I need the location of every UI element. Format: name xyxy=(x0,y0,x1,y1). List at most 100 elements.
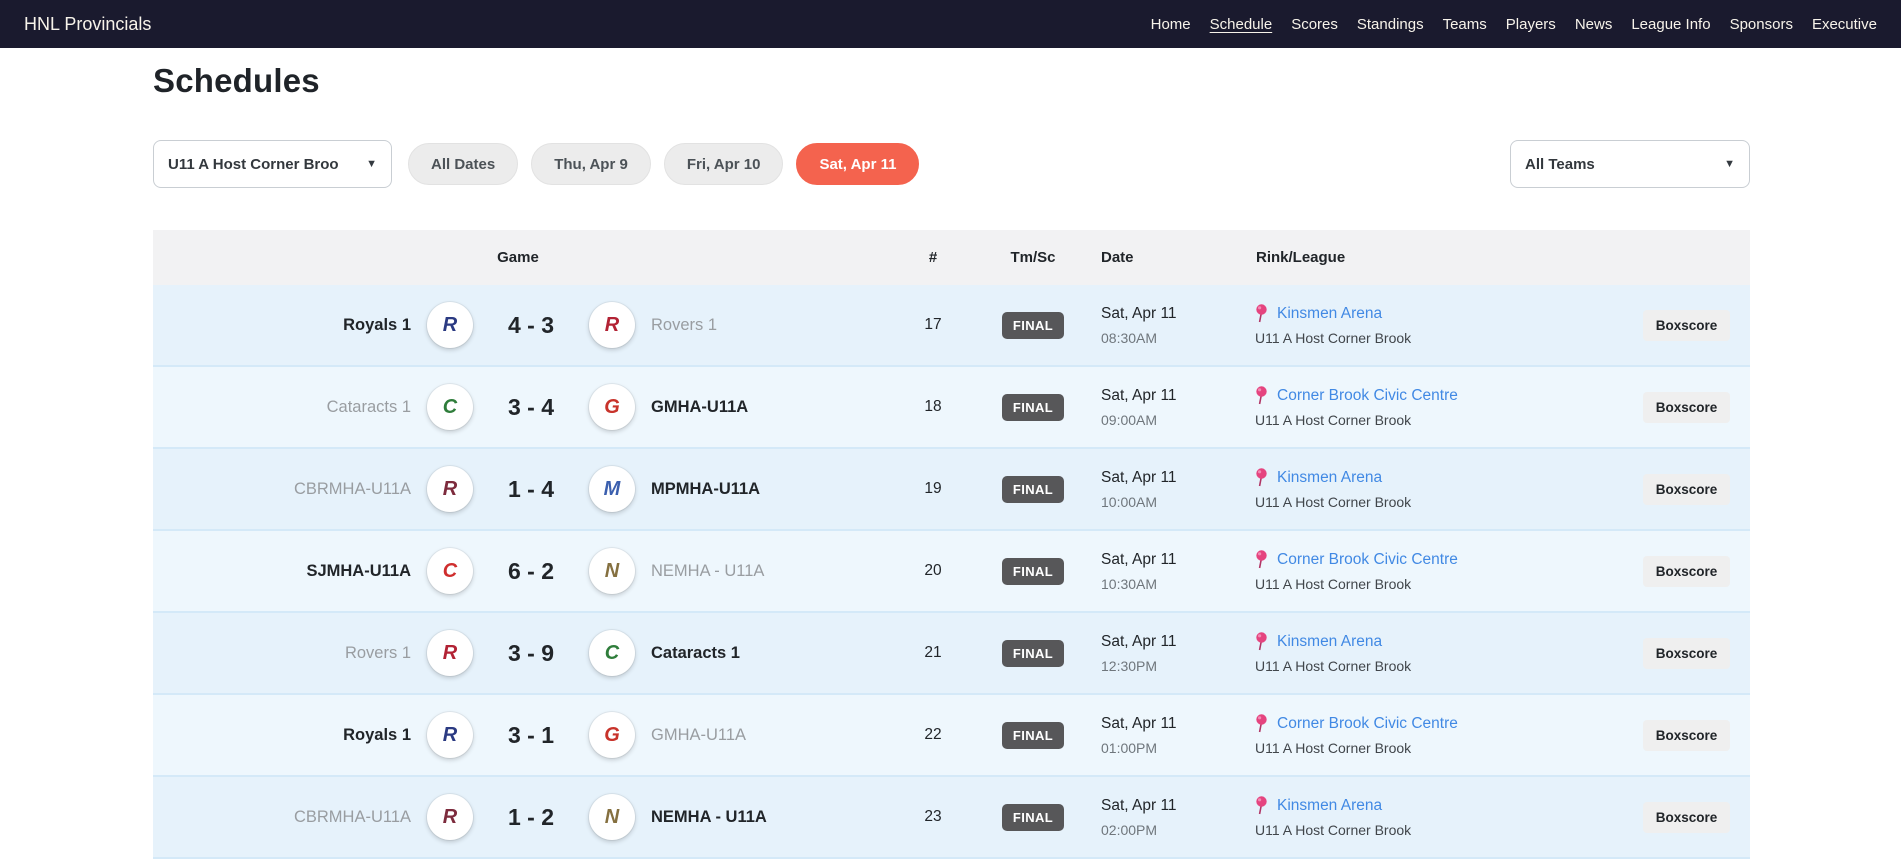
game-score: 3 - 4 xyxy=(507,393,555,420)
nav-item[interactable]: Home xyxy=(1151,16,1191,33)
home-logo-letter: G xyxy=(604,723,620,746)
home-logo-letter: N xyxy=(604,805,620,828)
game-score: 3 - 1 xyxy=(507,721,555,748)
nav-item[interactable]: Scores xyxy=(1291,16,1338,33)
nav-item[interactable]: Sponsors xyxy=(1730,16,1793,33)
game-date: Sat, Apr 11 xyxy=(1101,714,1177,732)
game-date: Sat, Apr 11 xyxy=(1101,550,1177,568)
status-cell: FINAL xyxy=(983,311,1083,339)
boxscore-button[interactable]: Boxscore xyxy=(1642,309,1731,341)
status-cell: FINAL xyxy=(983,393,1083,421)
game-row: Cataracts 1 C 3 - 4 G GMHA-U11A 18 FINAL… xyxy=(153,367,1750,449)
boxscore-button[interactable]: Boxscore xyxy=(1642,801,1731,833)
nav-item[interactable]: Players xyxy=(1506,16,1556,33)
league-name: U11 A Host Corner Brook xyxy=(1255,822,1412,838)
away-team-name[interactable]: Cataracts 1 xyxy=(153,398,411,417)
game-row: SJMHA-U11A C 6 - 2 N NEMHA - U11A 20 FIN… xyxy=(153,531,1750,613)
status-cell: FINAL xyxy=(983,721,1083,749)
league-name: U11 A Host Corner Brook xyxy=(1255,576,1412,592)
rink-link[interactable]: Corner Brook Civic Centre xyxy=(1277,551,1458,569)
rink-link[interactable]: Corner Brook Civic Centre xyxy=(1277,715,1458,733)
rink-link[interactable]: Kinsmen Arena xyxy=(1277,633,1382,651)
game-score: 3 - 9 xyxy=(507,639,555,666)
away-logo-letter: C xyxy=(442,395,458,418)
boxscore-cell: Boxscore xyxy=(1623,473,1750,505)
away-team-name[interactable]: CBRMHA-U11A xyxy=(153,480,411,499)
game-row: Royals 1 R 3 - 1 G GMHA-U11A 22 FINAL Sa… xyxy=(153,695,1750,777)
team-dropdown[interactable]: All Teams ▼ xyxy=(1510,140,1750,188)
status-badge: FINAL xyxy=(1001,639,1065,667)
game-date: Sat, Apr 11 xyxy=(1101,468,1177,486)
game-cell: Royals 1 R 3 - 1 G GMHA-U11A xyxy=(153,712,883,758)
home-team-name[interactable]: GMHA-U11A xyxy=(651,398,883,417)
date-pill[interactable]: Sat, Apr 11 xyxy=(796,143,920,185)
league-name: U11 A Host Corner Brook xyxy=(1255,412,1412,428)
rink-link[interactable]: Kinsmen Arena xyxy=(1277,305,1382,323)
away-team-name[interactable]: SJMHA-U11A xyxy=(153,562,411,581)
date-cell: Sat, Apr 11 10:00AM xyxy=(1083,469,1238,510)
date-pill[interactable]: Fri, Apr 10 xyxy=(663,143,784,185)
home-team-name[interactable]: MPMHA-U11A xyxy=(651,480,883,499)
division-dropdown[interactable]: U11 A Host Corner Broo ▼ xyxy=(153,140,392,188)
date-filter-pills: All Dates Thu, Apr 9 Fri, Apr 10 Sat, Ap… xyxy=(408,143,920,185)
status-badge: FINAL xyxy=(1001,803,1065,831)
game-date: Sat, Apr 11 xyxy=(1101,304,1177,322)
home-team-logo-icon: R xyxy=(589,302,635,348)
status-cell: FINAL xyxy=(983,803,1083,831)
boxscore-button[interactable]: Boxscore xyxy=(1642,719,1731,751)
away-team-logo-icon: R xyxy=(427,302,473,348)
rink-link[interactable]: Corner Brook Civic Centre xyxy=(1277,387,1458,405)
home-logo-letter: N xyxy=(604,559,620,582)
filter-bar: U11 A Host Corner Broo ▼ All Dates Thu, … xyxy=(153,140,1750,188)
boxscore-cell: Boxscore xyxy=(1623,719,1750,751)
team-dropdown-value: All Teams xyxy=(1525,155,1595,173)
game-number: 22 xyxy=(924,726,942,743)
home-team-name[interactable]: NEMHA - U11A xyxy=(651,562,883,581)
away-team-name[interactable]: Rovers 1 xyxy=(153,644,411,663)
status-badge: FINAL xyxy=(1001,721,1065,749)
away-logo-letter: R xyxy=(442,641,458,664)
nav-item[interactable]: Executive xyxy=(1812,16,1877,33)
game-time: 01:00PM xyxy=(1101,739,1158,756)
boxscore-button[interactable]: Boxscore xyxy=(1642,637,1731,669)
away-team-name[interactable]: Royals 1 xyxy=(153,726,411,745)
date-pill[interactable]: Thu, Apr 9 xyxy=(531,143,651,185)
game-time: 12:30PM xyxy=(1101,657,1158,674)
date-cell: Sat, Apr 11 12:30PM xyxy=(1083,633,1238,674)
league-name: U11 A Host Corner Brook xyxy=(1255,658,1412,674)
home-team-name[interactable]: Cataracts 1 xyxy=(651,644,883,663)
top-navbar: HNL Provincials Home Schedule Scores Sta… xyxy=(0,0,1901,48)
rink-link[interactable]: Kinsmen Arena xyxy=(1277,469,1382,487)
nav-item[interactable]: Teams xyxy=(1443,16,1487,33)
away-team-name[interactable]: Royals 1 xyxy=(153,316,411,335)
rink-cell: Kinsmen Arena U11 A Host Corner Brook xyxy=(1238,304,1623,346)
home-team-name[interactable]: NEMHA - U11A xyxy=(651,808,883,827)
home-team-name[interactable]: GMHA-U11A xyxy=(651,726,883,745)
boxscore-button[interactable]: Boxscore xyxy=(1642,391,1731,423)
chevron-down-icon: ▼ xyxy=(1724,158,1735,170)
nav-item[interactable]: League Info xyxy=(1631,16,1710,33)
boxscore-button[interactable]: Boxscore xyxy=(1642,473,1731,505)
nav-item[interactable]: Standings xyxy=(1357,16,1424,33)
rink-cell: Corner Brook Civic Centre U11 A Host Cor… xyxy=(1238,714,1623,756)
game-cell: Royals 1 R 4 - 3 R Rovers 1 xyxy=(153,302,883,348)
home-team-logo-icon: M xyxy=(589,466,635,512)
away-team-logo-icon: R xyxy=(427,712,473,758)
away-logo-letter: R xyxy=(442,477,458,500)
rink-link[interactable]: Kinsmen Arena xyxy=(1277,797,1382,815)
home-team-name[interactable]: Rovers 1 xyxy=(651,316,883,335)
game-row: CBRMHA-U11A R 1 - 2 N NEMHA - U11A 23 FI… xyxy=(153,777,1750,859)
header-tmsc: Tm/Sc xyxy=(1010,249,1056,266)
nav-item[interactable]: News xyxy=(1575,16,1613,33)
rink-cell: Corner Brook Civic Centre U11 A Host Cor… xyxy=(1238,550,1623,592)
home-logo-letter: C xyxy=(604,641,620,664)
location-pin-icon xyxy=(1256,550,1267,569)
boxscore-button[interactable]: Boxscore xyxy=(1642,555,1731,587)
game-time: 10:00AM xyxy=(1101,493,1158,510)
site-brand[interactable]: HNL Provincials xyxy=(24,14,151,35)
away-logo-letter: C xyxy=(442,559,458,582)
date-pill[interactable]: All Dates xyxy=(408,143,519,185)
away-team-name[interactable]: CBRMHA-U11A xyxy=(153,808,411,827)
status-badge: FINAL xyxy=(1001,311,1065,339)
nav-item[interactable]: Schedule xyxy=(1210,16,1273,33)
